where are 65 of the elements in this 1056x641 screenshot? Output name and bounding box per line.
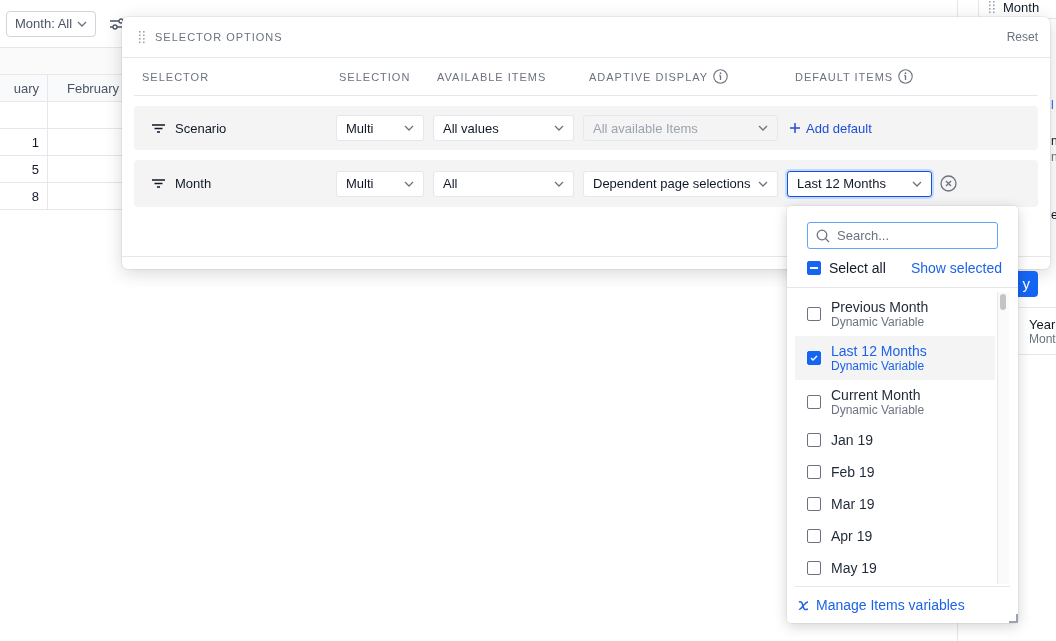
clear-icon[interactable] [940, 175, 957, 192]
dialog-title: SELECTOR OPTIONS [155, 31, 283, 43]
checkmark-icon [810, 355, 818, 361]
show-selected-link[interactable]: Show selected [910, 260, 1002, 276]
minus-icon [810, 267, 818, 269]
available-items-select[interactable]: All [433, 170, 574, 197]
chevron-down-icon [404, 180, 414, 187]
year-item[interactable]: Year Mont [1019, 307, 1056, 355]
default-items-select[interactable]: Last 12 Months [787, 170, 932, 197]
add-default-button[interactable]: Add default [787, 120, 875, 136]
list-item[interactable]: Feb 19 [795, 456, 995, 488]
chevron-down-icon [554, 125, 564, 131]
plus-icon [790, 123, 800, 133]
list-item[interactable]: Previous Month Dynamic Variable [795, 292, 995, 336]
chevron-down-icon [758, 180, 768, 187]
column-header: AVAILABLE ITEMS [437, 70, 547, 83]
filter-icon [152, 179, 165, 188]
checkbox[interactable] [807, 561, 821, 575]
checkbox[interactable] [807, 497, 821, 511]
column-header: SELECTOR [142, 70, 210, 83]
list-item[interactable]: Current Month Dynamic Variable [795, 380, 995, 424]
selector-name: Scenario [175, 120, 227, 136]
month-filter-button[interactable]: Month: All [6, 10, 97, 37]
list-item[interactable]: May 19 [795, 552, 995, 584]
select-all-checkbox[interactable] [807, 261, 821, 275]
info-icon[interactable] [898, 69, 914, 84]
link-text[interactable]: l [1051, 97, 1056, 113]
info-icon[interactable] [713, 69, 729, 84]
selector-name: Month [175, 176, 212, 191]
available-items-select[interactable]: All values [433, 115, 574, 141]
list-item[interactable]: Apr 19 [795, 520, 995, 552]
chevron-down-icon [912, 180, 922, 187]
variable-icon [798, 599, 809, 611]
table-cell: 1 [0, 129, 48, 155]
checkbox[interactable] [807, 395, 821, 409]
reset-button[interactable]: Reset [1006, 30, 1038, 44]
chevron-down-icon [758, 125, 768, 131]
chevron-down-icon [554, 180, 564, 187]
list-item[interactable]: Last 12 Months Dynamic Variable [795, 336, 995, 380]
selection-select[interactable]: Multi [336, 115, 424, 141]
drag-handle-icon[interactable] [989, 0, 995, 14]
column-header: SELECTION [339, 70, 411, 83]
manage-variables-link[interactable]: Manage Items variables [816, 597, 965, 613]
drag-handle-icon[interactable] [139, 30, 145, 44]
adaptive-display-select[interactable]: Dependent page selections [583, 170, 778, 197]
scrollbar[interactable] [997, 292, 1009, 584]
list-item[interactable]: Jan 19 [795, 424, 995, 456]
filter-icon [152, 123, 165, 133]
chevron-down-icon [77, 20, 88, 27]
table-cell: 5 [0, 156, 48, 182]
checkbox[interactable] [807, 465, 821, 479]
resize-handle-icon[interactable] [1008, 613, 1018, 623]
selection-select[interactable]: Multi [336, 170, 424, 197]
select-all-label[interactable]: Select all [829, 260, 886, 276]
search-field[interactable]: Search... [807, 222, 998, 249]
checkbox[interactable] [807, 529, 821, 543]
column-header: uary [0, 75, 48, 101]
checkbox[interactable] [807, 433, 821, 447]
chevron-down-icon [404, 125, 414, 131]
list-item[interactable]: Mar 19 [795, 488, 995, 520]
checkbox[interactable] [807, 351, 821, 365]
table-cell: 8 [0, 183, 48, 209]
checkbox[interactable] [807, 307, 821, 321]
column-header: DEFAULT ITEMS [795, 70, 894, 83]
column-header: ADAPTIVE DISPLAY [589, 70, 709, 83]
